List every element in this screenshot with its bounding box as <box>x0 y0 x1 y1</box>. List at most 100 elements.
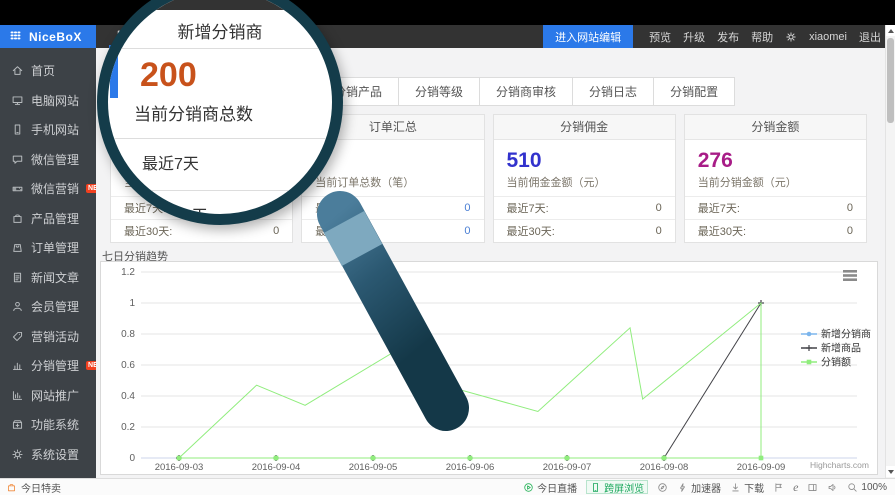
trend-chart[interactable]: 00.20.40.60.811.22016-09-032016-09-04201… <box>101 262 877 474</box>
status-item-flag[interactable] <box>773 482 784 493</box>
stat-card-title: 分销佣金 <box>494 115 675 140</box>
magnified-label: 当前分销商总数 <box>134 100 253 125</box>
sidebar-item-marketing-activity[interactable]: 营销活动 <box>0 322 96 352</box>
scroll-up-arrow[interactable] <box>886 25 895 36</box>
sidebar-item-label: 订单管理 <box>31 239 79 256</box>
stat-card-row: 最近30天:0 <box>302 219 483 242</box>
magnified-blue-accent <box>110 54 118 98</box>
stat-card-label: 当前订单总数（笔） <box>315 174 470 190</box>
vertical-scrollbar[interactable] <box>885 25 895 478</box>
sidebar-item-wechat-marketing[interactable]: 微信营销NEW <box>0 174 96 204</box>
download-icon <box>730 482 741 493</box>
sidebar-item-label: 会员管理 <box>31 298 79 315</box>
sidebar-item-pc-site[interactable]: 电脑网站 <box>0 86 96 116</box>
tab-distribution-config[interactable]: 分销配置 <box>653 77 735 106</box>
bars-icon <box>11 389 24 402</box>
sidebar-item-product-manage[interactable]: 产品管理 <box>0 204 96 234</box>
sidebar-item-label: 分销管理 <box>31 357 79 374</box>
status-item-compass[interactable] <box>657 482 668 493</box>
sidebar-item-home[interactable]: 首页 <box>0 56 96 86</box>
sidebar-item-site-promotion[interactable]: 网站推广 <box>0 381 96 411</box>
status-bar: 今日特卖 今日直播跨屏浏览 加速器下载 e 100% <box>0 478 895 495</box>
svg-text:1: 1 <box>129 298 135 309</box>
toolbar-link[interactable]: 发布 <box>717 29 739 45</box>
chart-icon <box>11 359 24 372</box>
phone-icon <box>11 123 24 136</box>
sidebar-item-function-system[interactable]: 功能系统 <box>0 410 96 440</box>
speaker-icon <box>827 482 838 493</box>
stat-card-label: 当前佣金金额（元） <box>507 174 662 190</box>
compass-icon <box>657 482 668 493</box>
stat-card: 分销佣金 510 当前佣金金额（元） 最近7天:0最近30天:0 <box>493 114 676 243</box>
status-item-today-live[interactable]: 今日直播 <box>523 480 577 495</box>
sidebar-item-distribution-manage[interactable]: 分销管理NEW <box>0 351 96 381</box>
logout-link[interactable]: 退出 <box>859 29 881 45</box>
tab-distributor-review[interactable]: 分销商审核 <box>479 77 573 106</box>
row-label: 最近30天: <box>315 223 363 239</box>
bag-icon <box>11 212 24 225</box>
svg-text:2016-09-03: 2016-09-03 <box>155 462 204 473</box>
svg-text:2016-09-08: 2016-09-08 <box>640 462 689 473</box>
row-value: 0 <box>847 225 853 237</box>
today-sale-item[interactable]: 今日特卖 <box>6 480 61 495</box>
stat-card-row: 最近7天:0 <box>494 196 675 219</box>
status-item-cross-screen[interactable]: 跨屏浏览 <box>586 480 648 494</box>
status-items: 今日直播跨屏浏览 加速器下载 e 100% <box>523 480 889 495</box>
row-value: 0 <box>273 225 279 237</box>
sidebar-item-wechat-manage[interactable]: 微信管理 <box>0 145 96 175</box>
status-item-download[interactable]: 下载 <box>730 480 764 495</box>
gamepad-icon <box>11 182 24 195</box>
toolbar-link[interactable]: 升级 <box>683 29 705 45</box>
sidebar-item-label: 系统设置 <box>31 446 79 463</box>
sidebar-item-label: 微信营销 <box>31 180 79 197</box>
sidebar-item-order-manage[interactable]: 订单管理 <box>0 233 96 263</box>
stat-card-label: 当前分销金额（元） <box>698 174 853 190</box>
chart-export-menu-icon[interactable] <box>843 270 857 281</box>
toolbar-links: 预览升级发布帮助 xiaomei 退出 <box>633 25 895 48</box>
sidebar-item-system-settings[interactable]: 系统设置 <box>0 440 96 470</box>
row-label: 最近30天: <box>124 223 172 239</box>
stat-card-row: 最近30天:0 <box>494 219 675 242</box>
sidebar-item-label: 手机网站 <box>31 121 79 138</box>
zoomglass-icon <box>847 482 858 493</box>
row-label: 最近30天: <box>507 223 555 239</box>
status-item-label: 今日直播 <box>537 480 577 495</box>
sidebar-item-label: 网站推广 <box>31 387 79 404</box>
gear-icon <box>11 448 24 461</box>
status-item-accelerator[interactable]: 加速器 <box>677 480 721 495</box>
toolbar-link[interactable]: 预览 <box>649 29 671 45</box>
status-item-zoom-level[interactable]: 100% <box>847 482 887 493</box>
sidebar-item-mobile-site[interactable]: 手机网站 <box>0 115 96 145</box>
status-item-label: 加速器 <box>691 480 721 495</box>
status-item-ie-mode[interactable]: e <box>793 481 798 493</box>
stat-card-value <box>315 149 470 172</box>
flag-icon <box>773 482 784 493</box>
sidebar-item-label: 营销活动 <box>31 328 79 345</box>
chart-panel: 00.20.40.60.811.22016-09-032016-09-04201… <box>100 261 878 475</box>
status-item-split-window[interactable] <box>807 482 818 493</box>
stat-card-row: 最近7天:0 <box>302 196 483 219</box>
username[interactable]: xiaomei <box>809 31 847 43</box>
sidebar-item-label: 首页 <box>31 62 55 79</box>
tab-distribution-level[interactable]: 分销等级 <box>398 77 480 106</box>
gear-icon[interactable] <box>785 31 797 43</box>
scroll-down-arrow[interactable] <box>886 466 895 477</box>
today-sale-label: 今日特卖 <box>21 480 61 495</box>
svg-text:分销额: 分销额 <box>821 356 851 369</box>
enter-site-editor-button[interactable]: 进入网站编辑 <box>543 25 633 48</box>
status-item-label: 100% <box>861 482 887 493</box>
sidebar-item-member-manage[interactable]: 会员管理 <box>0 292 96 322</box>
magnified-row-7days: 最近7天 <box>142 150 199 174</box>
svg-text:0.6: 0.6 <box>121 360 135 371</box>
window-icon <box>807 482 818 493</box>
tab-distribution-log[interactable]: 分销日志 <box>572 77 654 106</box>
scrollbar-thumb[interactable] <box>887 38 894 123</box>
stat-card-value: 510 <box>507 149 662 172</box>
toolbar-link[interactable]: 帮助 <box>751 29 773 45</box>
doc-icon <box>11 271 24 284</box>
grid-icon <box>9 30 22 43</box>
svg-text:2016-09-07: 2016-09-07 <box>543 462 592 473</box>
status-item-speaker[interactable] <box>827 482 838 493</box>
bag-icon <box>6 482 17 493</box>
sidebar-item-news-article[interactable]: 新闻文章 <box>0 263 96 293</box>
